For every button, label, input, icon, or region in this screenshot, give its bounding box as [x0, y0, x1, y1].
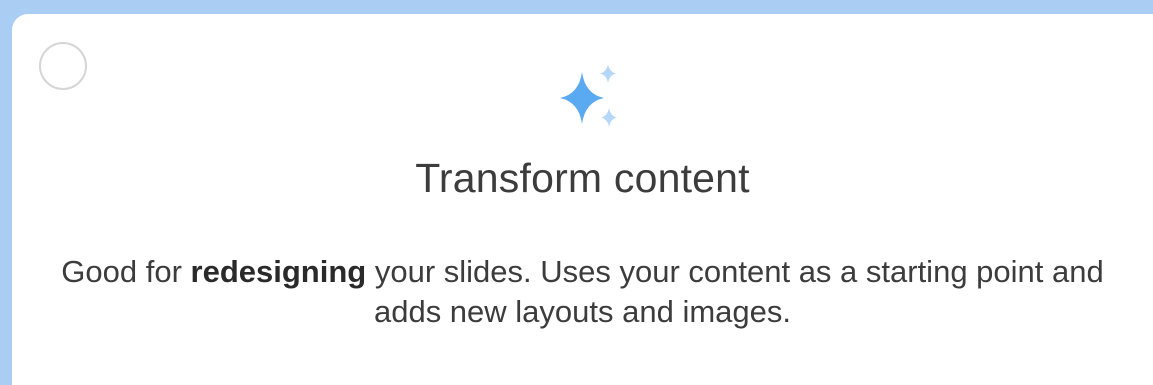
sparkle-icon	[560, 64, 617, 127]
option-title: Transform content	[415, 155, 750, 201]
description-emphasis: redesigning	[190, 254, 367, 289]
sparkle-small-star-top	[600, 64, 616, 83]
sparkle-large-star	[560, 72, 604, 124]
option-description: Good for redesigning your slides. Uses y…	[52, 252, 1113, 332]
description-suffix: your slides. Uses your content as a star…	[366, 254, 1104, 329]
description-prefix: Good for	[61, 254, 191, 289]
sparkle-small-star-bottom	[601, 108, 617, 127]
option-radio-button[interactable]	[39, 42, 87, 90]
transform-content-option-card[interactable]: Transform content Good for redesigning y…	[12, 14, 1153, 385]
